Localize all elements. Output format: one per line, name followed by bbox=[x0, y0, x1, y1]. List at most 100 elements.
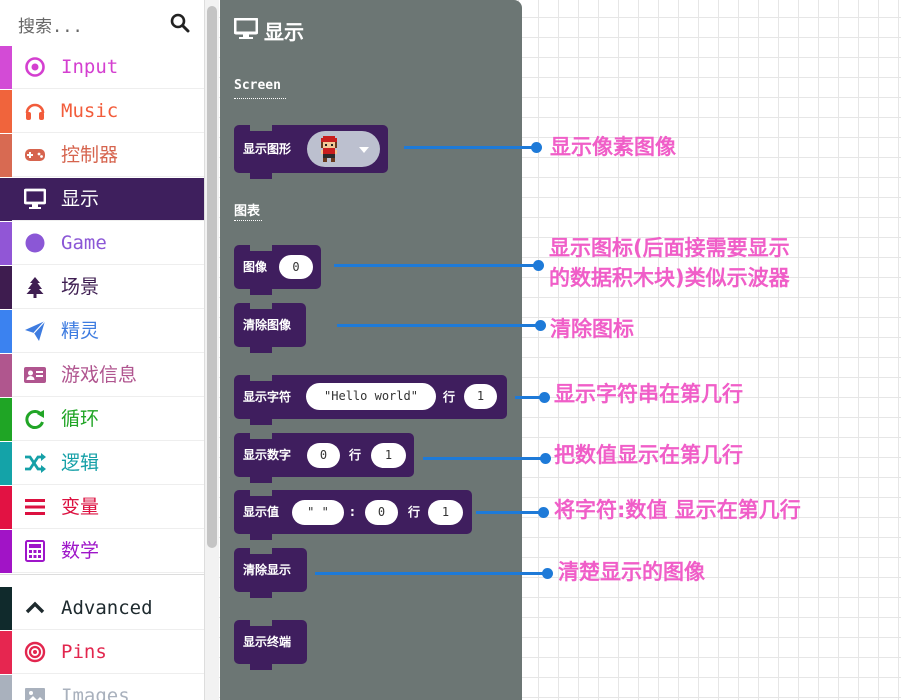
category-loop-arrow[interactable]: 循环 bbox=[0, 398, 204, 441]
category-label: 变量 bbox=[61, 496, 100, 518]
row-label: 行 bbox=[443, 390, 456, 404]
annotation-arrow-dot bbox=[531, 142, 542, 153]
pixel-character-icon bbox=[321, 136, 337, 162]
annotation-plot-line2: 的数据积木块)类似示波器 bbox=[549, 266, 790, 290]
category-label: Advanced bbox=[61, 597, 153, 619]
clear-plot-label: 清除图像 bbox=[243, 318, 292, 332]
category-id-card[interactable]: 游戏信息 bbox=[0, 354, 204, 397]
category-label: Images bbox=[61, 685, 130, 700]
monitor-icon bbox=[234, 18, 258, 39]
annotation-arrow bbox=[315, 572, 545, 575]
block-notch bbox=[250, 288, 272, 295]
toolbox: 搜索... Input Music 控制器 显示 Game 场景精灵游戏信息循环 逻辑变量数… bbox=[0, 0, 205, 700]
category-calculator[interactable]: 数学 bbox=[0, 530, 204, 573]
chevron-up-icon bbox=[25, 601, 45, 614]
block-notch bbox=[250, 172, 272, 179]
show-number-block[interactable]: 显示数字 0 行 1 bbox=[234, 432, 414, 483]
section-chart-label: 图表 bbox=[234, 204, 261, 219]
gamepad-icon bbox=[25, 149, 45, 161]
category-paper-plane[interactable]: 精灵 bbox=[0, 310, 204, 353]
search-input[interactable]: 搜索... bbox=[18, 12, 83, 37]
annotation-arrow-dot bbox=[533, 260, 544, 271]
show-value-row-input[interactable]: 1 bbox=[428, 500, 463, 525]
plot-value-input[interactable]: 0 bbox=[279, 255, 313, 279]
image-icon bbox=[25, 688, 45, 700]
show-value-block[interactable]: 显示值 " " : 0 行 1 bbox=[234, 489, 472, 540]
annotation-show-number: 把数值显示在第几行 bbox=[554, 443, 743, 467]
category-color-stripe bbox=[0, 134, 12, 177]
category-color-stripe bbox=[0, 178, 12, 221]
category-image[interactable]: Images bbox=[0, 675, 204, 700]
category-color-stripe bbox=[0, 222, 12, 265]
category-tree[interactable]: 场景 bbox=[0, 266, 204, 309]
category-game-circle[interactable]: Game bbox=[0, 222, 204, 265]
category-target[interactable]: Pins bbox=[0, 631, 204, 674]
block-notch bbox=[250, 418, 272, 425]
monitor-icon bbox=[24, 188, 46, 209]
show-string-block[interactable]: 显示字符 "Hello world" 行 1 bbox=[234, 374, 507, 425]
flyout-title: 显示 bbox=[264, 20, 304, 44]
category-color-stripe bbox=[0, 442, 12, 485]
flyout-panel: 显示 Screen 显示图形 图表 图像 0 清除图像 显示字符 "Hello … bbox=[220, 0, 522, 700]
show-value-name-input[interactable]: " " bbox=[292, 500, 344, 525]
colon-label: : bbox=[350, 505, 355, 519]
category-monitor[interactable]: 显示 bbox=[0, 178, 204, 221]
category-shuffle[interactable]: 逻辑 bbox=[0, 442, 204, 485]
clear-screen-block[interactable]: 清除显示 bbox=[234, 547, 307, 598]
annotation-arrow bbox=[476, 511, 540, 514]
input-ring-icon bbox=[25, 57, 45, 77]
show-string-row-input[interactable]: 1 bbox=[464, 384, 497, 409]
block-notch bbox=[250, 476, 272, 483]
search-box[interactable]: 搜索... bbox=[0, 0, 204, 46]
show-number-value-input[interactable]: 0 bbox=[307, 443, 340, 468]
section-underline bbox=[234, 220, 262, 221]
clear-screen-label: 清除显示 bbox=[243, 563, 292, 577]
annotation-arrow bbox=[423, 457, 543, 460]
show-number-row-input[interactable]: 1 bbox=[371, 443, 406, 468]
image-picker-dropdown[interactable] bbox=[307, 131, 380, 167]
category-color-stripe bbox=[0, 530, 12, 573]
category-input-ring[interactable]: Input bbox=[0, 46, 204, 89]
show-number-label: 显示数字 bbox=[243, 448, 292, 462]
annotation-arrow bbox=[334, 264, 535, 267]
category-color-stripe bbox=[0, 675, 12, 700]
search-icon[interactable] bbox=[170, 13, 190, 33]
show-value-value-input[interactable]: 0 bbox=[365, 500, 398, 525]
section-screen: Screen bbox=[234, 78, 286, 99]
show-string-label: 显示字符 bbox=[243, 390, 292, 404]
category-label: 游戏信息 bbox=[61, 364, 138, 386]
annotation-show-string: 显示字符串在第几行 bbox=[554, 382, 743, 406]
annotation-arrow-dot bbox=[540, 453, 551, 464]
toolbox-scrollbar-thumb[interactable] bbox=[207, 6, 217, 548]
category-color-stripe bbox=[0, 631, 12, 674]
category-chevron-up[interactable]: Advanced bbox=[0, 587, 204, 630]
show-string-value-input[interactable]: "Hello world" bbox=[306, 383, 436, 410]
show-value-label: 显示值 bbox=[243, 505, 280, 519]
annotation-clear-screen: 清楚显示的图像 bbox=[558, 560, 705, 584]
category-color-stripe bbox=[0, 90, 12, 133]
category-label: 场景 bbox=[61, 276, 100, 298]
show-terminal-label: 显示终端 bbox=[243, 635, 292, 649]
clear-plot-block[interactable]: 清除图像 bbox=[234, 302, 306, 353]
show-terminal-block[interactable]: 显示终端 bbox=[234, 619, 307, 670]
annotation-show-image: 显示像素图像 bbox=[550, 135, 676, 159]
tree-icon bbox=[26, 277, 44, 298]
list-lines-icon bbox=[25, 499, 45, 515]
plot-label: 图像 bbox=[243, 260, 268, 274]
category-list-lines[interactable]: 变量 bbox=[0, 486, 204, 529]
category-color-stripe bbox=[0, 266, 12, 309]
category-color-stripe bbox=[0, 310, 12, 353]
paper-plane-icon bbox=[25, 320, 46, 341]
category-headphones[interactable]: Music bbox=[0, 90, 204, 133]
category-color-stripe bbox=[0, 587, 12, 630]
block-notch bbox=[250, 591, 272, 598]
category-color-stripe bbox=[0, 354, 12, 397]
category-gamepad[interactable]: 控制器 bbox=[0, 134, 204, 177]
annotation-arrow bbox=[337, 324, 537, 327]
category-label: 精灵 bbox=[61, 320, 100, 342]
target-icon bbox=[24, 641, 46, 663]
section-underline bbox=[234, 98, 286, 99]
annotation-arrow-dot bbox=[538, 507, 549, 518]
show-image-block[interactable]: 显示图形 bbox=[234, 124, 388, 179]
plot-block[interactable]: 图像 0 bbox=[234, 244, 321, 295]
